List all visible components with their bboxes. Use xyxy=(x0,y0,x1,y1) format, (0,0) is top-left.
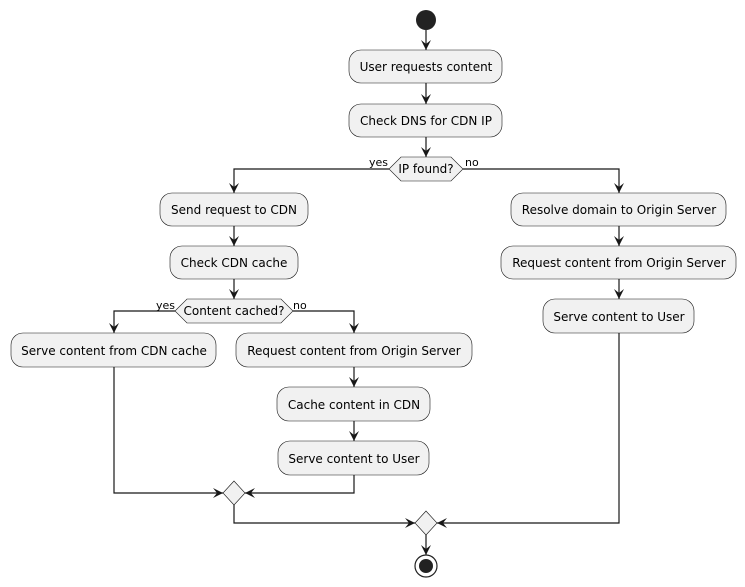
start-node xyxy=(416,10,436,30)
action-label: User requests content xyxy=(360,60,493,74)
connector-line xyxy=(233,505,415,524)
action-label: Serve content to User xyxy=(288,452,419,466)
action-label: Serve content from CDN cache xyxy=(21,344,207,358)
merge-node xyxy=(222,480,246,506)
yes-label: yes xyxy=(156,299,175,312)
action-label: Check CDN cache xyxy=(181,256,288,270)
action-label: Check DNS for CDN IP xyxy=(360,114,492,128)
action-label: Request content from Origin Server xyxy=(247,344,461,358)
end-node-inner xyxy=(419,559,433,573)
merge-node xyxy=(414,510,438,536)
yes-label: yes xyxy=(369,156,388,169)
no-label: no xyxy=(293,299,307,312)
action-label: Serve content to User xyxy=(553,310,684,324)
decision-label: IP found? xyxy=(398,162,453,176)
connector-line xyxy=(233,168,389,193)
action-label: Cache content in CDN xyxy=(288,398,420,412)
connector-line xyxy=(113,310,175,333)
no-label: no xyxy=(465,156,479,169)
connector-line xyxy=(293,310,355,333)
connector-line xyxy=(113,367,223,494)
action-label: Request content from Origin Server xyxy=(512,256,726,270)
action-label: Resolve domain to Origin Server xyxy=(522,203,717,217)
connector-line xyxy=(463,168,620,193)
decision-label: Content cached? xyxy=(183,304,284,318)
action-label: Send request to CDN xyxy=(171,203,297,217)
connector-line xyxy=(245,475,355,494)
activity-diagram: User requests content Check DNS for CDN … xyxy=(10,10,737,578)
